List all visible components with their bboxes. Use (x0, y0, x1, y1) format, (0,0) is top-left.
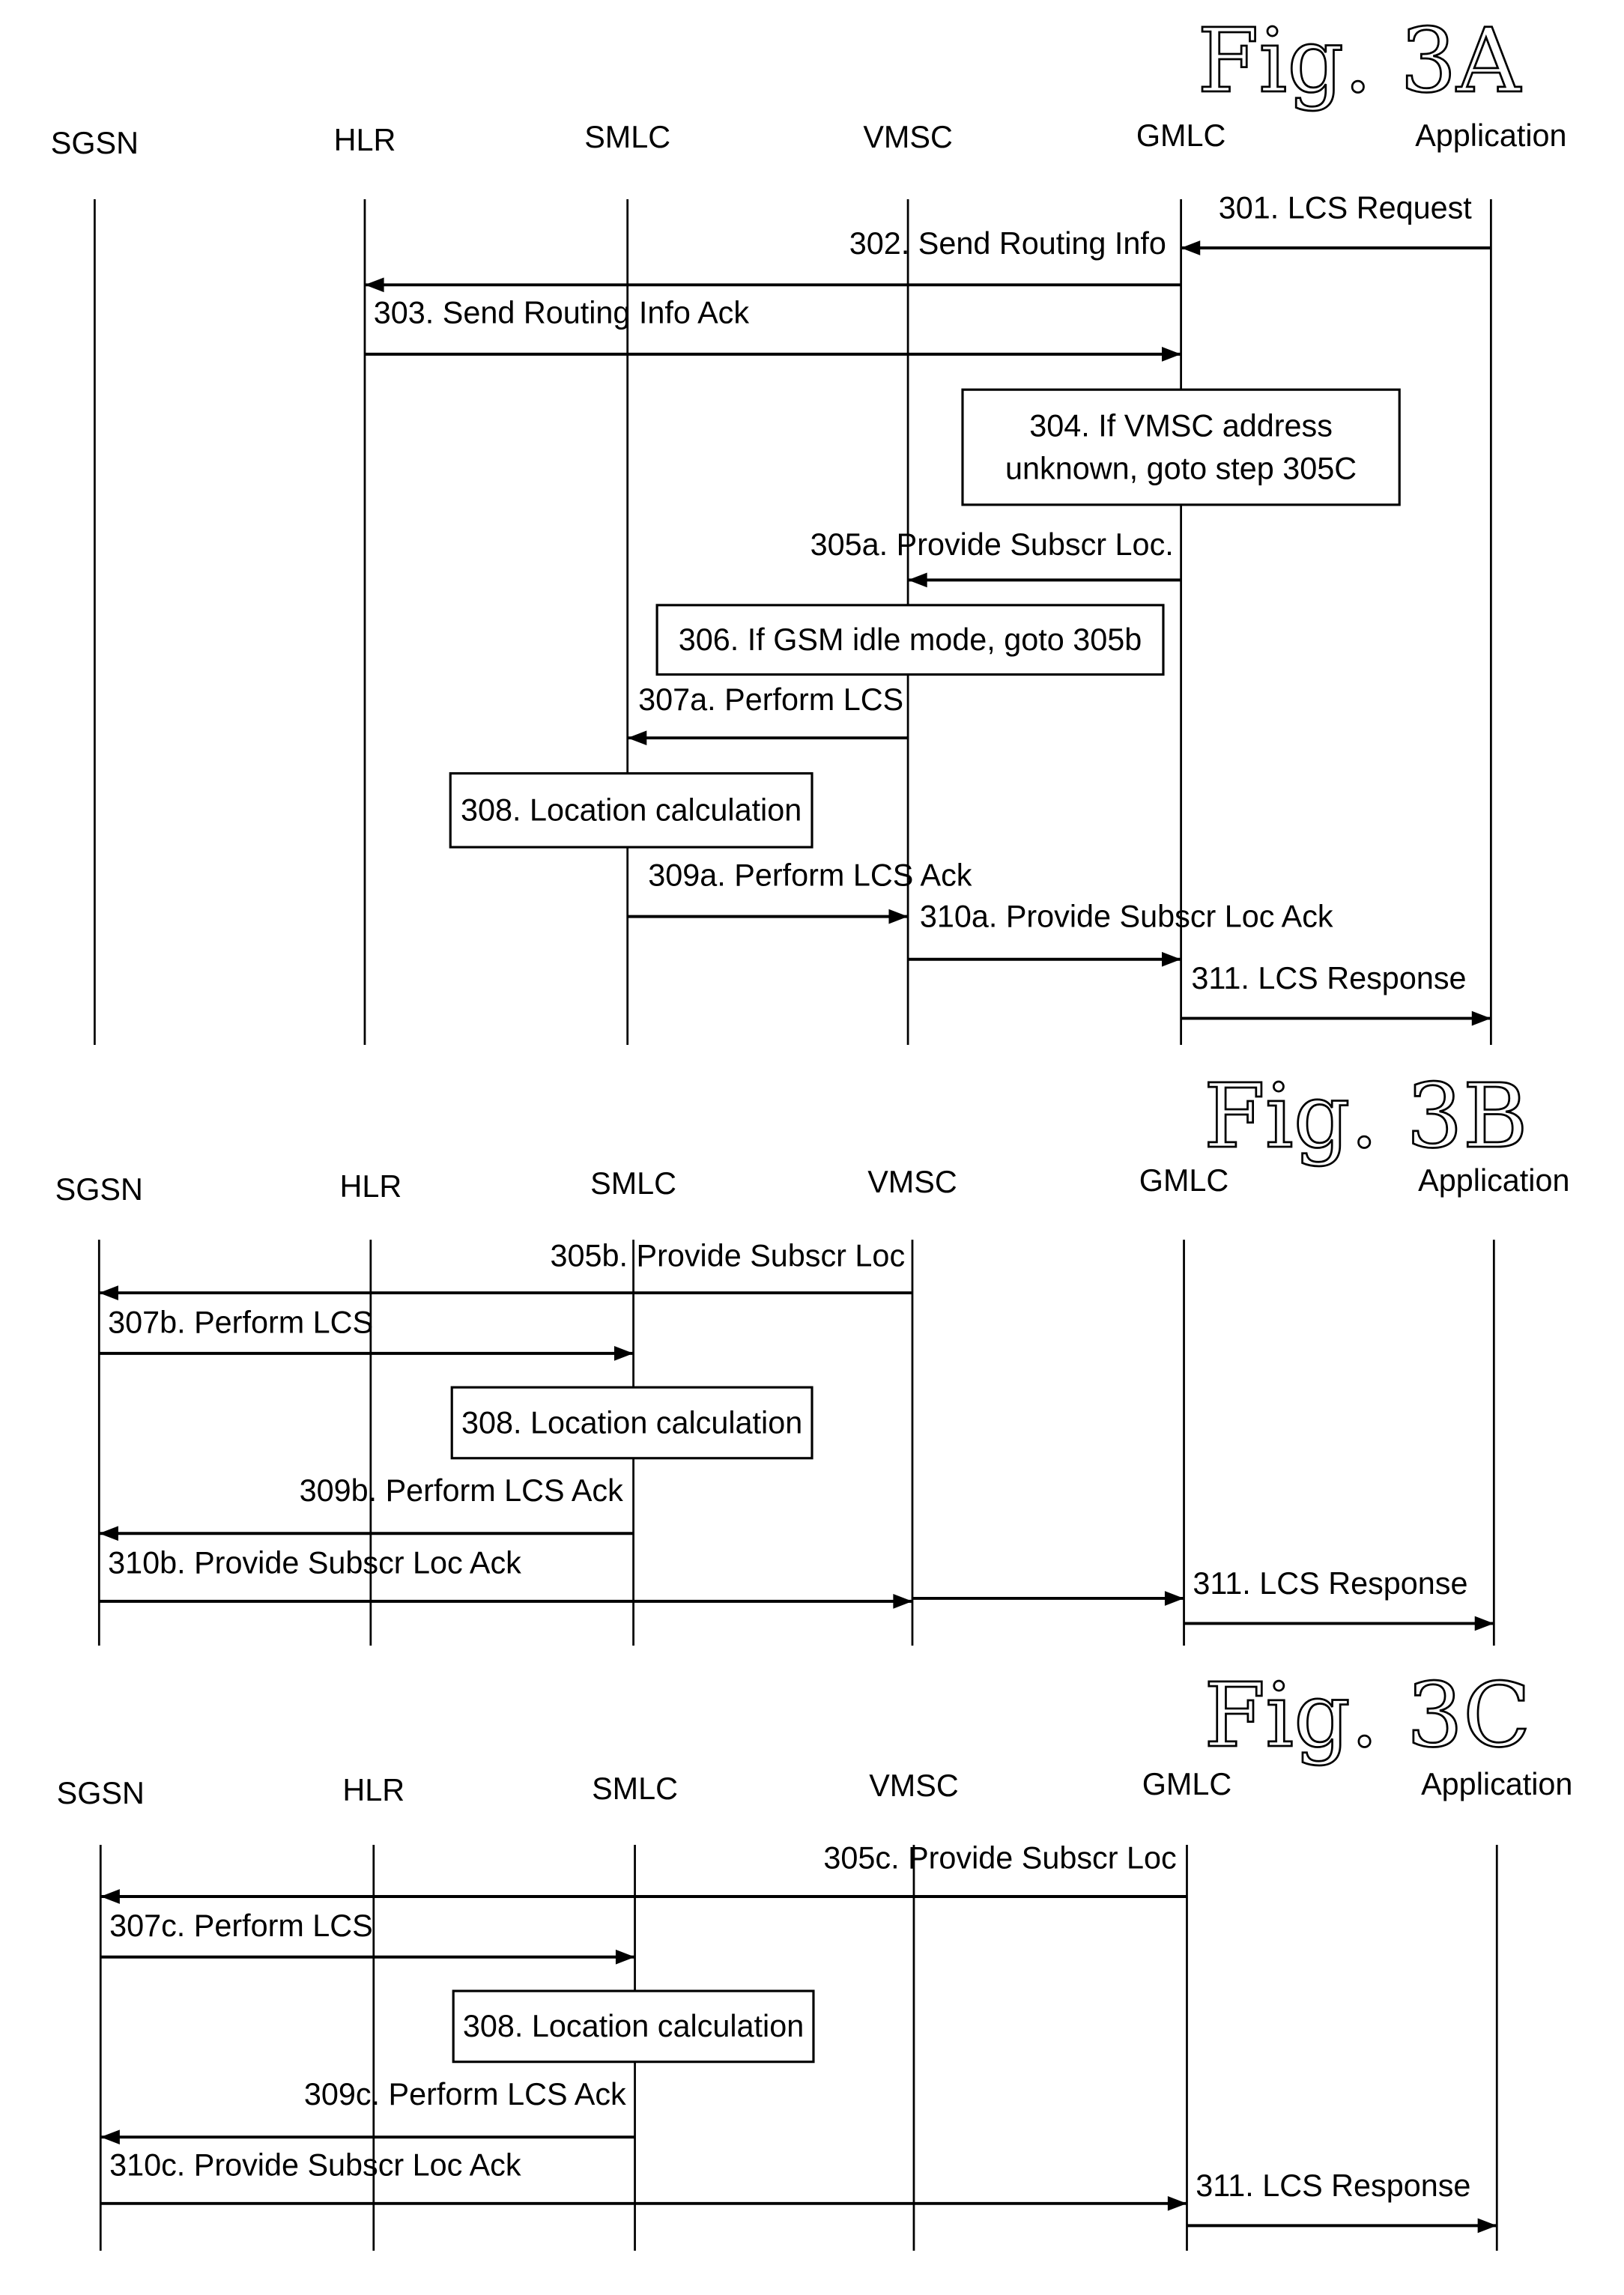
message-label: 309b. Perform LCS Ack (300, 1473, 623, 1508)
entity-label-hlr: HLR (334, 123, 396, 157)
message-arrow-arrowhead-icon (1167, 2195, 1187, 2211)
message-label: 305a. Provide Subscr Loc. (811, 527, 1174, 562)
message-label: 311. LCS Response (1196, 2168, 1470, 2203)
message-label: 305b. Provide Subscr Loc (551, 1239, 906, 1273)
message-arrow-arrowhead-icon (613, 1346, 634, 1361)
message-label: 307c. Perform LCS (109, 1909, 373, 1943)
entity-label-gmlc: GMLC (1142, 1767, 1232, 1801)
message-label: 303. Send Routing Info Ack (374, 296, 750, 330)
process-box-text: 304. If VMSC address (1029, 408, 1333, 443)
message-arrow-arrowhead-icon (1161, 347, 1181, 362)
message-arrow-arrowhead-icon (1471, 1010, 1491, 1026)
message-label: 309a. Perform LCS Ack (648, 858, 972, 892)
entity-label-application: Application (1418, 1163, 1569, 1198)
message-label: 302. Send Routing Info (849, 226, 1166, 261)
message-label: 310a. Provide Subscr Loc Ack (920, 899, 1333, 933)
message-arrow-arrowhead-icon (100, 2129, 120, 2145)
process-box-text: unknown, goto step 305C (1005, 451, 1357, 485)
message-arrow-arrowhead-icon (1477, 2218, 1497, 2234)
entity-label-application: Application (1415, 118, 1566, 153)
message-label: 311. LCS Response (1191, 961, 1466, 995)
entity-label-gmlc: GMLC (1136, 118, 1226, 153)
process-box (961, 388, 1401, 506)
message-arrow-arrowhead-icon (1474, 1616, 1494, 1631)
entity-label-hlr: HLR (339, 1169, 402, 1204)
message-arrow-arrowhead-icon (1161, 951, 1181, 967)
message-arrow-arrowhead-icon (364, 277, 384, 293)
message-arrow-arrowhead-icon (893, 1594, 912, 1609)
message-label: 305c. Provide Subscr Loc (823, 1841, 1176, 1876)
fig-fig3c-title: Fig. 3C (1204, 1664, 1530, 1767)
process-box-text: 308. Location calculation (461, 1405, 802, 1440)
message-label: 307a. Perform LCS (638, 682, 903, 717)
message-arrow-arrowhead-icon (888, 909, 909, 924)
process-box-text: 306. If GSM idle mode, goto 305b (679, 622, 1142, 657)
message-label: 309c. Perform LCS Ack (304, 2077, 626, 2111)
entity-label-smlc: SMLC (592, 1771, 678, 1806)
message-label: 310b. Provide Subscr Loc Ack (108, 1545, 521, 1580)
process-box-text: 308. Location calculation (461, 793, 802, 828)
entity-label-smlc: SMLC (590, 1166, 676, 1201)
message-arrow-arrowhead-icon (615, 1949, 635, 1965)
entity-label-smlc: SMLC (584, 120, 670, 154)
entity-label-hlr: HLR (342, 1773, 405, 1807)
message-label: 311. LCS Response (1193, 1566, 1467, 1601)
entity-label-vmsc: VMSC (869, 1768, 959, 1803)
entity-label-gmlc: GMLC (1139, 1163, 1229, 1198)
message-arrow-arrowhead-icon (99, 1285, 118, 1300)
entity-label-sgsn: SGSN (57, 1776, 145, 1810)
message-arrow-arrowhead-icon (627, 730, 647, 746)
process-box-text: 308. Location calculation (463, 2009, 804, 2043)
message-arrow-arrowhead-icon (1164, 1591, 1184, 1606)
message-arrow-arrowhead-icon (100, 1889, 120, 1904)
entity-label-application: Application (1421, 1767, 1572, 1801)
sequence-diagrams: Fig. 3A SGSN HLR SMLC VMSC GMLC Application 304… (51, 8, 1572, 2251)
message-label: 310c. Provide Subscr Loc Ack (109, 2147, 521, 2182)
fig-fig3b-title: Fig. 3B (1204, 1064, 1528, 1168)
message-arrow-arrowhead-icon (1181, 240, 1201, 255)
message-arrow-arrowhead-icon (908, 572, 927, 588)
entity-label-vmsc: VMSC (863, 120, 953, 154)
entity-label-vmsc: VMSC (867, 1165, 957, 1199)
message-label: 307b. Perform LCS (108, 1305, 373, 1339)
fig-fig3a-title: Fig. 3A (1198, 9, 1522, 112)
entity-label-sgsn: SGSN (51, 126, 139, 160)
entity-label-sgsn: SGSN (55, 1172, 143, 1207)
message-arrow-arrowhead-icon (99, 1526, 118, 1541)
message-label: 301. LCS Request (1219, 191, 1472, 225)
